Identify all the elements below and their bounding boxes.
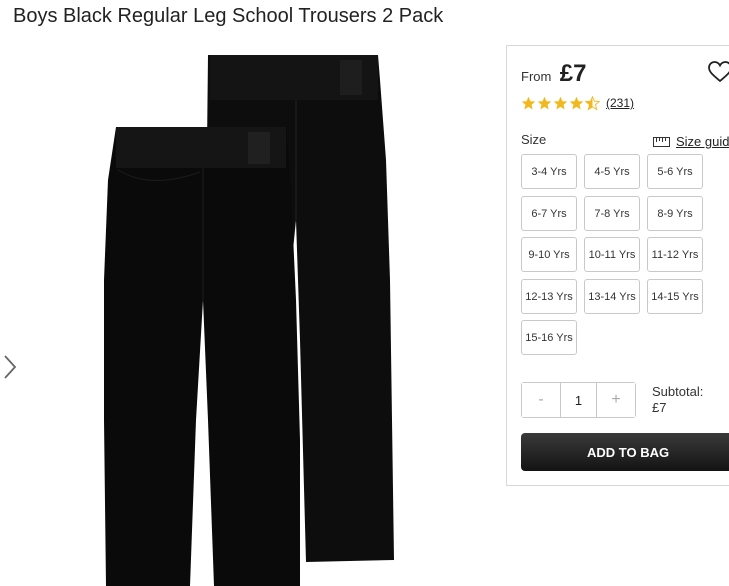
trousers-front <box>104 127 300 586</box>
star-full-icon <box>553 96 568 109</box>
quantity-input[interactable] <box>560 383 597 417</box>
heart-icon[interactable] <box>707 60 729 84</box>
size-guide-link[interactable]: Size guide <box>653 134 729 149</box>
star-full-icon <box>569 96 584 109</box>
add-to-bag-button[interactable]: ADD TO BAG <box>521 433 729 471</box>
size-option-8-9[interactable]: 8-9 Yrs <box>647 196 703 231</box>
size-label: Size <box>521 132 547 147</box>
product-image <box>104 55 394 586</box>
size-option-7-8[interactable]: 7-8 Yrs <box>584 196 640 231</box>
star-full-icon <box>537 96 552 109</box>
quantity-increase-button[interactable]: + <box>597 383 635 417</box>
purchase-panel: From £7 (231) Size Size guide 3-4 Yrs 4-… <box>506 45 729 486</box>
price-value: £7 <box>559 60 587 87</box>
size-option-5-6[interactable]: 5-6 Yrs <box>647 154 703 189</box>
size-option-3-4[interactable]: 3-4 Yrs <box>521 154 577 189</box>
product-image-gallery[interactable] <box>0 40 505 586</box>
size-option-4-5[interactable]: 4-5 Yrs <box>584 154 640 189</box>
chevron-right-icon[interactable] <box>0 352 20 382</box>
reviews-count-link[interactable]: (231) <box>606 96 634 110</box>
subtotal-value: £7 <box>652 400 667 415</box>
rating: (231) <box>521 95 634 111</box>
size-option-14-15[interactable]: 14-15 Yrs <box>647 279 703 314</box>
quantity-stepper: - + <box>521 382 636 418</box>
star-half-icon <box>585 95 600 110</box>
size-option-6-7[interactable]: 6-7 Yrs <box>521 196 577 231</box>
size-option-13-14[interactable]: 13-14 Yrs <box>584 279 640 314</box>
size-guide-label: Size guide <box>676 134 729 149</box>
price-row: From £7 <box>521 60 587 88</box>
star-full-icon <box>521 96 536 109</box>
subtotal: Subtotal: £7 <box>652 384 703 416</box>
quantity-decrease-button[interactable]: - <box>522 383 560 417</box>
size-option-11-12[interactable]: 11-12 Yrs <box>647 237 703 272</box>
size-option-12-13[interactable]: 12-13 Yrs <box>521 279 577 314</box>
price-from-label: From <box>521 69 552 84</box>
product-title: Boys Black Regular Leg School Trousers 2… <box>13 5 444 27</box>
subtotal-label: Subtotal: <box>652 384 704 399</box>
size-option-10-11[interactable]: 10-11 Yrs <box>584 237 640 272</box>
size-option-9-10[interactable]: 9-10 Yrs <box>521 237 577 272</box>
size-option-15-16[interactable]: 15-16 Yrs <box>521 320 577 355</box>
ruler-icon <box>653 136 670 147</box>
